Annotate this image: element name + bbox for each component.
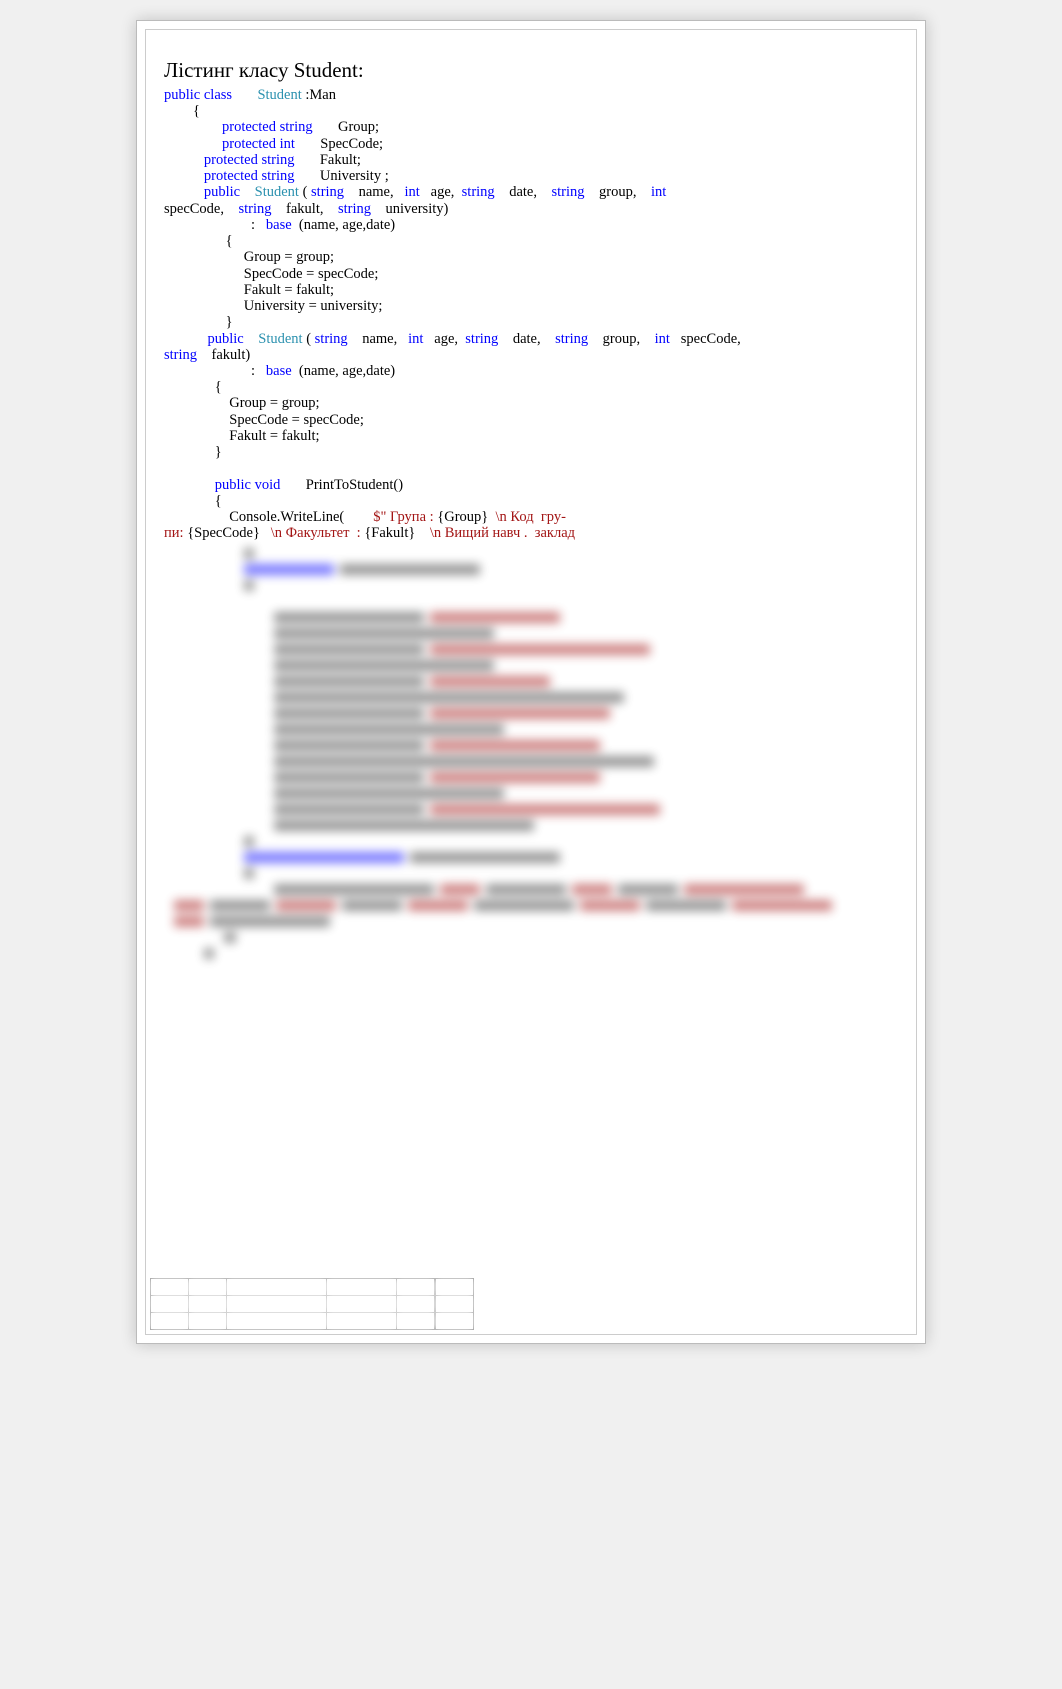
keyword: string: [465, 331, 498, 347]
code-text: date,: [495, 184, 552, 200]
code-text: date,: [498, 331, 555, 347]
keyword: int: [651, 184, 666, 200]
page-container: Лістинг класу Student: public class Stud…: [136, 20, 926, 1344]
keyword: int: [404, 184, 419, 200]
string-literal: $" Група :: [373, 509, 437, 525]
keyword: protected string: [204, 168, 295, 184]
code-text: }: [164, 314, 233, 330]
table-row: [151, 1278, 474, 1295]
keyword: string: [338, 201, 371, 217]
string-literal: \n Вищий навч . заклад: [430, 525, 575, 541]
string-literal: пи:: [164, 525, 187, 541]
code-text: [164, 184, 204, 200]
keyword: string: [315, 331, 348, 347]
table-row: [151, 1312, 474, 1329]
code-text: fakult,: [272, 201, 338, 217]
code-text: SpecCode = specCode;: [164, 412, 364, 428]
code-text: Group = group;: [164, 395, 320, 411]
code-text: :Man: [302, 87, 336, 103]
code-text: SpecCode;: [295, 136, 383, 152]
code-text: (: [303, 331, 315, 347]
type-name: Student: [257, 87, 301, 103]
keyword: protected string: [222, 119, 313, 135]
code-text: (name, age,date): [292, 217, 395, 233]
code-text: {: [164, 103, 200, 119]
keyword: base: [266, 217, 292, 233]
code-text: specCode,: [164, 201, 239, 217]
keyword: public: [204, 184, 240, 200]
keyword: string: [555, 331, 588, 347]
keyword: int: [408, 331, 423, 347]
keyword: protected int: [222, 136, 295, 152]
code-text: {: [164, 233, 233, 249]
code-text: age,: [420, 184, 462, 200]
code-listing: public class Student :Man { protected st…: [164, 87, 898, 542]
code-text: PrintToStudent(): [280, 477, 403, 493]
string-literal: \n Код гру-: [496, 509, 566, 525]
keyword: string: [551, 184, 584, 200]
code-text: }: [164, 444, 222, 460]
blurred-preview: [164, 548, 898, 963]
keyword: string: [164, 347, 197, 363]
code-text: Group;: [313, 119, 379, 135]
code-text: {: [164, 379, 222, 395]
page-content: Лістинг класу Student: public class Stud…: [145, 29, 917, 1335]
code-text: group,: [588, 331, 654, 347]
code-text: {Group}: [437, 509, 495, 525]
code-text: (: [299, 184, 311, 200]
keyword: int: [655, 331, 670, 347]
keyword: public: [208, 331, 244, 347]
code-text: specCode,: [670, 331, 741, 347]
code-text: [164, 331, 208, 347]
code-text: :: [164, 217, 266, 233]
string-literal: \n Факультет :: [271, 525, 365, 541]
code-text: {SpecCode}: [187, 525, 271, 541]
code-text: {Fakult}: [364, 525, 429, 541]
blank-area: [164, 964, 898, 1324]
code-text: [164, 119, 222, 135]
footer-table: [150, 1278, 474, 1330]
keyword: public class: [164, 87, 232, 103]
code-text: {: [164, 493, 222, 509]
code-text: fakult): [197, 347, 250, 363]
code-text: (name, age,date): [292, 363, 395, 379]
code-text: [164, 509, 229, 525]
code-text: :: [164, 363, 266, 379]
code-text: name,: [344, 184, 404, 200]
type-name: Student: [255, 184, 299, 200]
table-row: [151, 1295, 474, 1312]
code-text: Fakult = fakult;: [164, 282, 334, 298]
code-text: [164, 477, 215, 493]
keyword: string: [311, 184, 344, 200]
code-text: University = university;: [164, 298, 382, 314]
code-text: university): [371, 201, 448, 217]
code-text: SpecCode = specCode;: [164, 266, 378, 282]
code-text: Fakult = fakult;: [164, 428, 320, 444]
code-text: Console.WriteLine(: [229, 509, 373, 525]
code-text: Group = group;: [164, 249, 334, 265]
listing-title: Лістинг класу Student:: [164, 58, 898, 83]
code-text: [666, 184, 677, 200]
code-text: group,: [585, 184, 651, 200]
keyword: public void: [215, 477, 281, 493]
code-text: University ;: [294, 168, 388, 184]
keyword: base: [266, 363, 292, 379]
code-text: [164, 152, 204, 168]
code-text: age,: [423, 331, 465, 347]
code-text: name,: [348, 331, 408, 347]
code-text: Fakult;: [294, 152, 360, 168]
keyword: string: [239, 201, 272, 217]
keyword: string: [462, 184, 495, 200]
code-text: [164, 136, 222, 152]
type-name: Student: [258, 331, 302, 347]
code-text: [164, 168, 204, 184]
keyword: protected string: [204, 152, 295, 168]
